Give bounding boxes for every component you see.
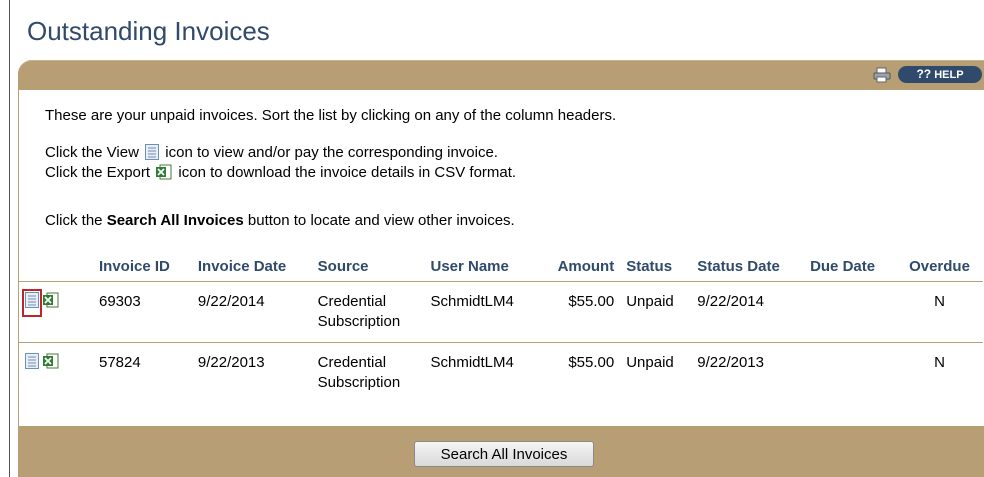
invoices-table: Invoice ID Invoice Date Source User Name… (19, 250, 983, 403)
cell-invoice-id: 69303 (93, 281, 192, 343)
help-label: HELP (934, 69, 964, 81)
cell-invoice-id: 57824 (93, 342, 192, 403)
search-instruction-before: Click the (45, 212, 103, 229)
header-user-name[interactable]: User Name (424, 250, 538, 282)
header-status[interactable]: Status (620, 250, 691, 282)
content-area: These are your unpaid invoices. Sort the… (18, 90, 984, 477)
cell-user-name: SchmidtLM4 (424, 342, 539, 403)
cell-amount: $55.00 (538, 342, 621, 403)
header-icons (19, 250, 93, 282)
export-invoice-icon[interactable] (43, 353, 59, 375)
cell-due-date (804, 281, 896, 343)
view-invoice-icon[interactable] (22, 289, 42, 317)
cell-source: Credential Subscription (311, 342, 425, 403)
header-due-date[interactable]: Due Date (804, 250, 896, 282)
cell-status: Unpaid (620, 342, 692, 403)
footer-bar: Search All Invoices (19, 426, 984, 477)
cell-due-date (804, 342, 896, 403)
header-overdue[interactable]: Overdue (896, 250, 983, 282)
cell-status-date: 9/22/2014 (691, 281, 805, 343)
cell-source: Credential Subscription (311, 281, 425, 343)
excel-export-icon (156, 164, 172, 186)
header-status-date[interactable]: Status Date (691, 250, 804, 282)
header-invoice-date[interactable]: Invoice Date (192, 250, 312, 282)
export-instruction-before: Click the Export (45, 164, 151, 181)
header-invoice-id[interactable]: Invoice ID (93, 250, 192, 282)
page-title: Outstanding Invoices (27, 16, 270, 46)
header-amount[interactable]: Amount (538, 250, 620, 282)
search-instruction-bold: Search All Invoices (106, 212, 244, 229)
cell-user-name: SchmidtLM4 (424, 281, 539, 343)
cell-invoice-date: 9/22/2013 (191, 342, 312, 403)
export-instruction: Click the Export icon to download the in… (45, 163, 516, 186)
view-invoice-icon[interactable] (25, 353, 39, 375)
toolbar: ?? HELP (18, 60, 984, 90)
cell-source-line2: Subscription (317, 313, 401, 330)
print-icon[interactable] (873, 67, 891, 83)
cell-source-line1: Credential (317, 354, 387, 371)
row-actions (19, 342, 93, 403)
window-border (9, 0, 10, 477)
cell-amount: $55.00 (538, 281, 621, 343)
view-instruction-before: Click the View (45, 144, 139, 161)
help-question-icon: ?? (916, 67, 932, 81)
header-source[interactable]: Source (312, 250, 425, 282)
cell-invoice-date: 9/22/2014 (191, 281, 312, 343)
cell-overdue: N (895, 281, 983, 343)
cell-overdue: N (895, 342, 983, 403)
export-instruction-after: icon to download the invoice details in … (178, 164, 517, 181)
table-row: 57824 9/22/2013 Credential Subscription S… (19, 342, 983, 403)
search-instruction: Click the Search All Invoices button to … (45, 211, 515, 231)
table-row: 69303 9/22/2014 Credential Subscription S… (19, 281, 983, 343)
cell-status: Unpaid (620, 281, 692, 343)
view-instruction-after: icon to view and/or pay the correspondin… (165, 144, 498, 161)
intro-text: These are your unpaid invoices. Sort the… (45, 107, 617, 124)
help-button[interactable]: ?? HELP (898, 66, 982, 83)
cell-status-date: 9/22/2013 (691, 342, 805, 403)
search-all-invoices-button[interactable]: Search All Invoices (414, 441, 594, 467)
cell-source-line1: Credential (317, 293, 387, 310)
table-header-row: Invoice ID Invoice Date Source User Name… (19, 250, 983, 282)
export-invoice-icon[interactable] (43, 292, 59, 314)
search-instruction-after: button to locate and view other invoices… (247, 212, 515, 229)
row-actions (19, 281, 93, 343)
cell-source-line2: Subscription (317, 374, 401, 391)
